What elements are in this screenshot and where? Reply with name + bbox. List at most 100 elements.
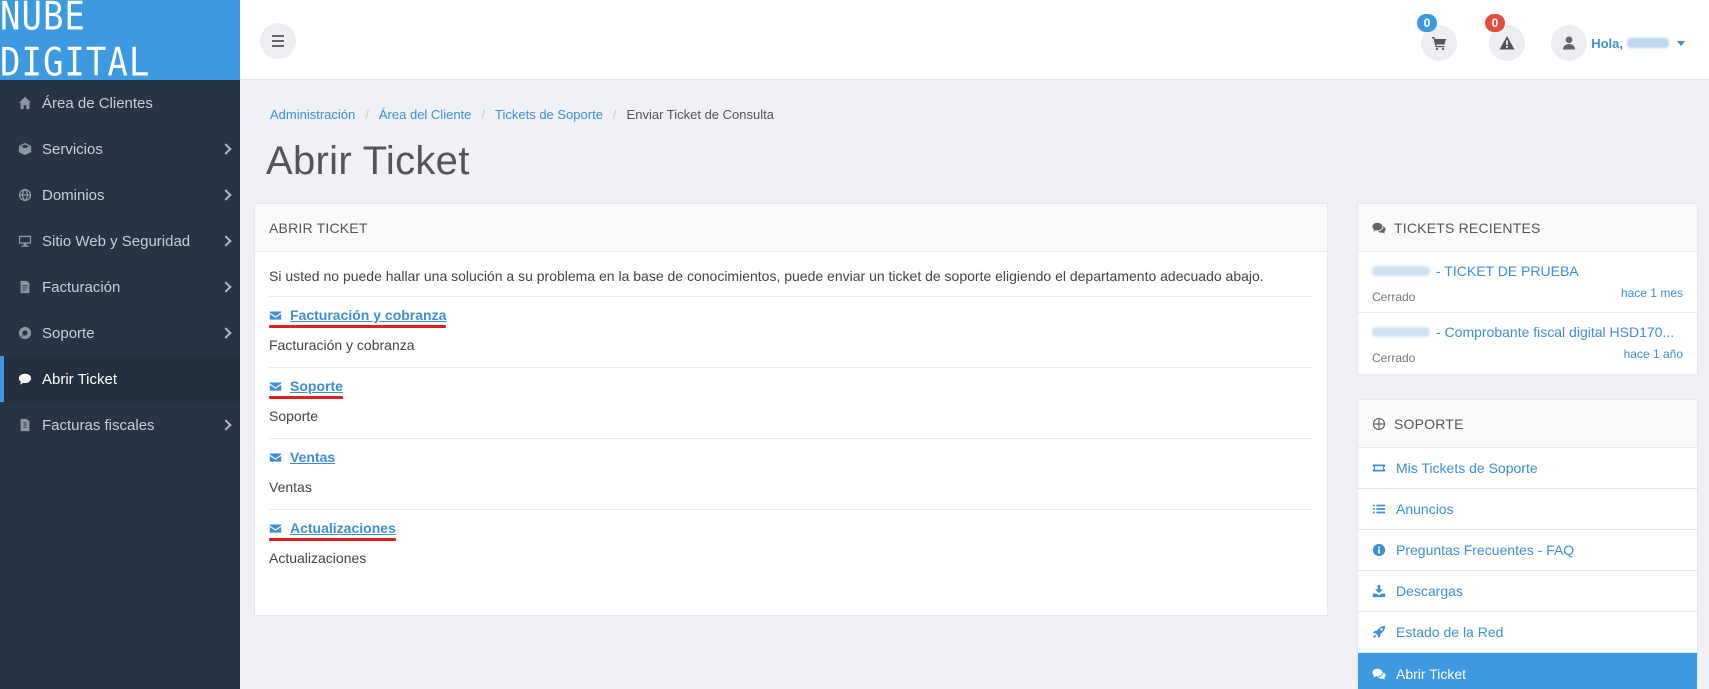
brand-logo-text: NUBE DIGITAL [0,0,151,86]
sidebar-item-abrir-ticket[interactable]: Abrir Ticket [0,356,240,402]
department-item: Actualizaciones Actualizaciones [269,510,1313,581]
breadcrumb-current: Enviar Ticket de Consulta [626,107,774,122]
sidebar-item-soporte[interactable]: Soporte [0,310,240,356]
sidebar-item-label: Facturas fiscales [42,416,155,434]
warning-icon [1499,36,1515,50]
ticket-icon [1372,464,1386,472]
chevron-right-icon [220,189,232,201]
envelope-icon [269,381,282,391]
intro-text: Si usted no puede hallar una solución a … [269,252,1313,297]
support-link-announcements[interactable]: Anuncios [1358,489,1697,530]
card-heading: ABRIR TICKET [255,204,1327,252]
ticket-subject: - Comprobante fiscal digital HSD170... [1436,323,1675,340]
support-panel: SOPORTE Mis Tickets de Soporte Anuncios … [1357,399,1698,689]
user-greeting: Hola, [1591,35,1623,51]
open-ticket-card: ABRIR TICKET Si usted no puede hallar un… [254,203,1328,616]
menu-toggle-button[interactable] [260,23,296,59]
sidebar-item-label: Dominios [42,186,105,204]
department-item: Facturación y cobranza Facturación y cob… [269,297,1313,368]
top-header: 0 0 Hola, [240,0,1709,80]
user-icon [1563,36,1576,50]
card-heading-text: SOPORTE [1394,415,1464,432]
department-description: Ventas [269,479,312,495]
breadcrumb-separator: / [365,107,369,122]
breadcrumb-link-tickets[interactable]: Tickets de Soporte [495,107,603,122]
department-item: Soporte Soporte [269,368,1313,439]
support-link-my-tickets[interactable]: Mis Tickets de Soporte [1358,448,1697,489]
department-item: Ventas Ventas [269,439,1313,510]
list-icon [1372,504,1386,514]
monitor-icon [16,232,34,250]
ticket-id-redacted [1372,326,1430,337]
alerts-button[interactable]: 0 [1485,14,1525,61]
breadcrumb-link-area-cliente[interactable]: Área del Cliente [379,107,472,122]
support-link-label: Anuncios [1396,501,1454,517]
sidebar-item-label: Servicios [42,140,103,158]
cart-button[interactable]: 0 [1417,14,1457,61]
ticket-time: hace 1 mes [1620,286,1683,300]
recent-ticket-item[interactable]: - Comprobante fiscal digital HSD170... C… [1358,313,1697,374]
alerts-count-badge: 0 [1485,14,1505,32]
download-icon [1372,584,1386,598]
department-title: Soporte [290,378,343,394]
sidebar-nav: Área de Clientes Servicios Dominios Siti… [0,80,240,448]
document-icon [16,416,34,434]
rocket-icon [1372,625,1386,639]
sidebar-item-area-clientes[interactable]: Área de Clientes [0,80,240,126]
sidebar: NUBE DIGITAL Área de Clientes Servicios … [0,0,240,689]
sidebar-item-dominios[interactable]: Dominios [0,172,240,218]
department-link-actualizaciones[interactable]: Actualizaciones [269,520,396,541]
department-description: Facturación y cobranza [269,337,415,353]
cube-icon [16,140,34,158]
cart-count-badge: 0 [1417,14,1437,32]
ticket-time: hace 1 año [1623,347,1683,361]
ticket-id-redacted [1372,265,1430,276]
department-title: Facturación y cobranza [290,307,447,323]
card-body: Si usted no puede hallar una solución a … [255,252,1327,297]
department-link-ventas[interactable]: Ventas [269,449,335,469]
sidebar-item-facturacion[interactable]: Facturación [0,264,240,310]
ticket-status: Cerrado [1372,290,1416,304]
card-heading-text: TICKETS RECIENTES [1394,219,1541,236]
sidebar-item-sitio-web[interactable]: Sitio Web y Seguridad [0,218,240,264]
brand-logo[interactable]: NUBE DIGITAL [0,0,240,86]
recent-tickets-card: TICKETS RECIENTES - TICKET DE PRUEBA Cer… [1357,203,1698,375]
support-link-network-status[interactable]: Estado de la Red [1358,612,1697,653]
hamburger-icon-bar [272,45,284,47]
caret-down-icon [1677,40,1685,46]
comment-icon [16,370,34,388]
sidebar-item-facturas-fiscales[interactable]: Facturas fiscales [0,402,240,448]
department-title: Actualizaciones [290,520,396,536]
breadcrumb-link-administracion[interactable]: Administración [270,107,355,122]
main-content: Administración / Área del Cliente / Tick… [240,81,1709,689]
page-title: Abrir Ticket [266,139,470,183]
sidebar-item-label: Sitio Web y Seguridad [42,232,191,250]
support-link-label: Descargas [1396,583,1463,599]
sidebar-item-label: Soporte [42,324,95,342]
support-link-label: Estado de la Red [1396,624,1504,640]
breadcrumb-separator: / [612,107,617,122]
envelope-icon [269,452,282,462]
card-heading: SOPORTE [1358,400,1697,448]
hamburger-icon [272,35,284,37]
chevron-right-icon [220,281,232,293]
chevron-right-icon [220,143,232,155]
invoice-icon [16,278,34,296]
department-link-soporte[interactable]: Soporte [269,378,343,399]
recent-ticket-item[interactable]: - TICKET DE PRUEBA Cerrado hace 1 mes [1358,252,1697,313]
sidebar-item-servicios[interactable]: Servicios [0,126,240,172]
card-heading: TICKETS RECIENTES [1358,204,1697,252]
support-link-open-ticket[interactable]: Abrir Ticket [1358,653,1697,689]
user-menu[interactable]: Hola, [1551,25,1685,61]
support-link-label: Mis Tickets de Soporte [1396,460,1538,476]
home-icon [16,94,34,112]
user-name-redacted [1627,38,1669,48]
department-description: Soporte [269,408,319,424]
department-link-facturacion[interactable]: Facturación y cobranza [269,307,447,328]
support-link-faq[interactable]: Preguntas Frecuentes - FAQ [1358,530,1697,571]
envelope-icon [269,523,282,533]
department-description: Actualizaciones [269,550,367,566]
support-link-downloads[interactable]: Descargas [1358,571,1697,612]
department-title: Ventas [290,449,336,465]
comments-icon [1372,222,1386,234]
